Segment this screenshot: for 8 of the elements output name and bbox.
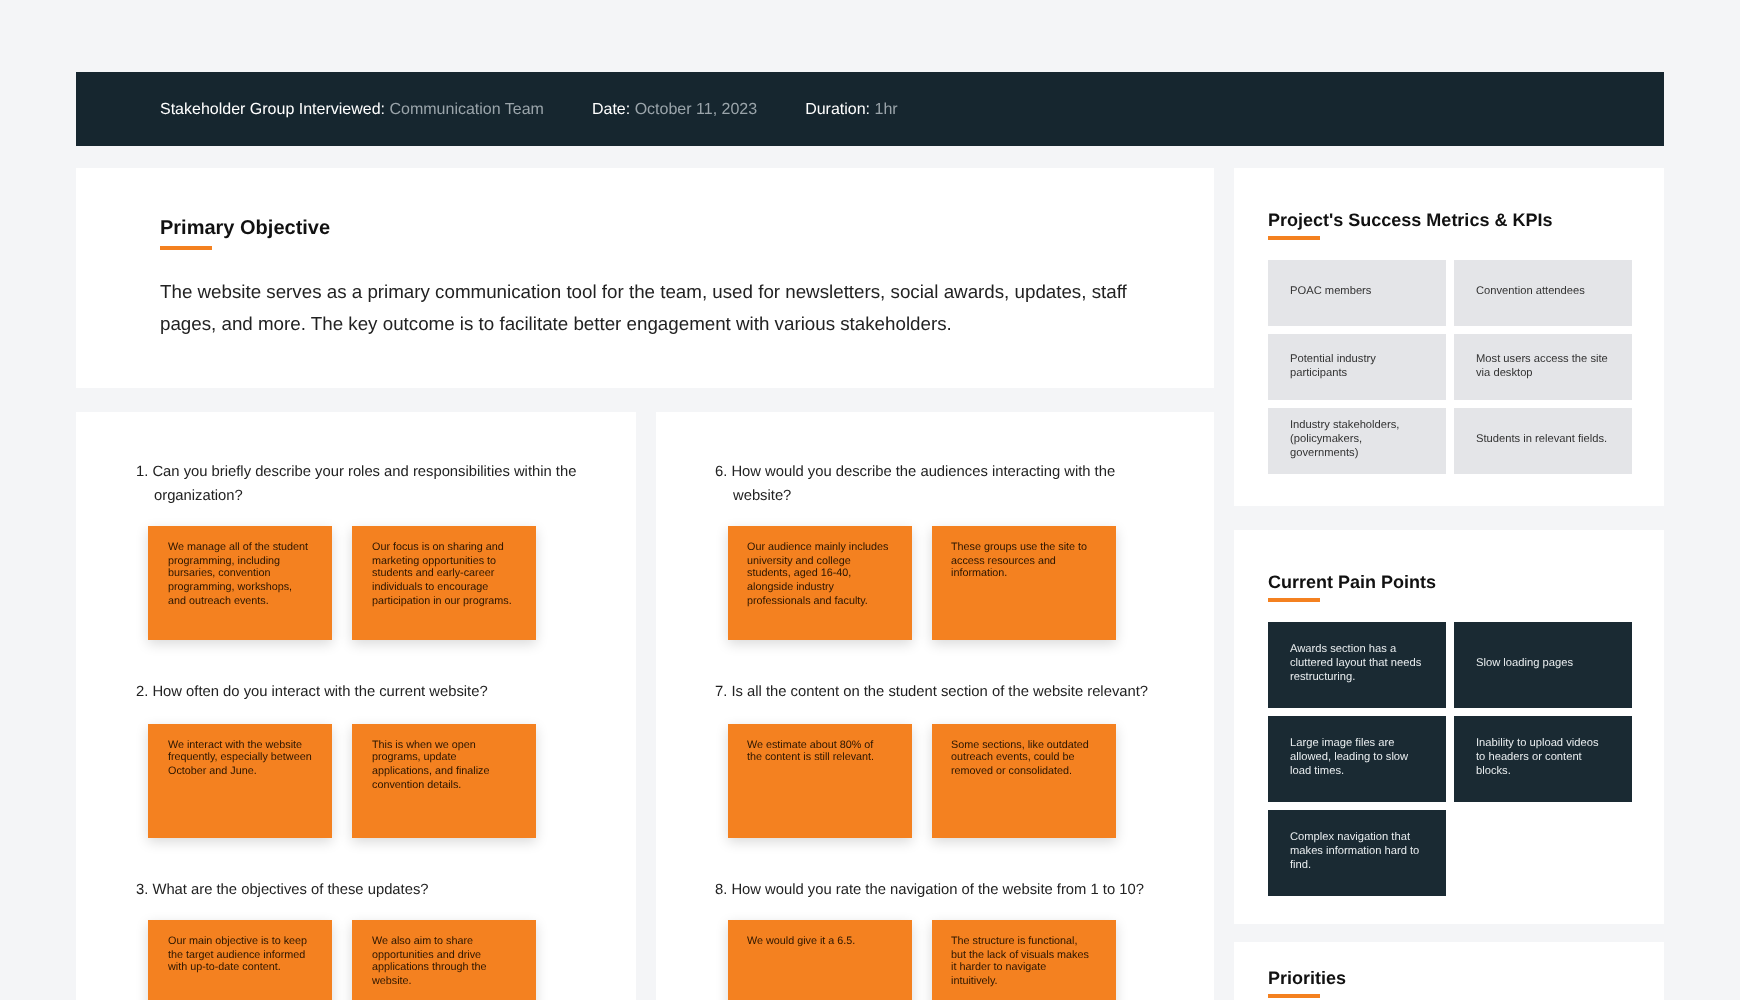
header-info: Stakeholder Group Interviewed: Communication Team: [160, 100, 544, 118]
section-title: Current Pain Points: [1268, 572, 1437, 602]
section-title: Primary Objective: [160, 218, 331, 250]
objective-text: The website serves as a primary communication tool for the team, used for newsletters, social awards, updates, staff pages, and more. The key outcome is to facilitate better engagement with various stakeholders.: [160, 278, 1129, 338]
section-title: Priorities: [1268, 968, 1347, 998]
header-info: Date: October 11, 2023: [591, 100, 758, 118]
section-title: Project's Success Metrics & KPIs: [1268, 210, 1553, 240]
header-info: Duration: 1hr: [805, 100, 898, 118]
